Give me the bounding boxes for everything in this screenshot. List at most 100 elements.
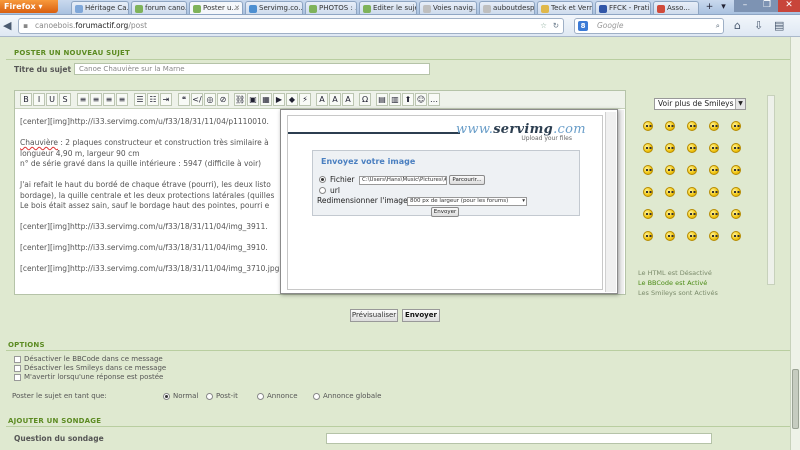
post-type-radio[interactable] <box>206 393 213 400</box>
browser-tab[interactable]: Asso... <box>653 1 699 14</box>
misspelled-word[interactable]: Chauvière <box>20 138 58 147</box>
bookmark-star-icon[interactable]: ☆ <box>540 19 547 33</box>
align-left-icon[interactable]: ≡ <box>77 93 89 106</box>
smiley-icon[interactable] <box>709 143 719 153</box>
smiley-scrollbar[interactable] <box>767 95 775 285</box>
chevron-down-icon[interactable]: ▾ <box>522 198 525 205</box>
subject-input[interactable]: Canoe Chauvière sur la Marne <box>74 63 430 75</box>
url-radio[interactable] <box>319 187 326 194</box>
page-scroll-thumb[interactable] <box>792 369 799 429</box>
resize-select[interactable]: 800 px de largeur (pour les forums) ▾ <box>407 197 527 206</box>
browser-tab[interactable]: Editer le sujet <box>359 1 417 14</box>
smiley-icon[interactable] <box>687 209 697 219</box>
bbcode-status[interactable]: Le BBCode est Activé <box>638 279 707 287</box>
url-bar[interactable]: ▪ canoebois.forumactif.org/post ☆ ↻ <box>18 18 564 34</box>
tab-list-icon[interactable]: ▾ <box>718 2 729 13</box>
search-bar[interactable]: 8 Google ⌕ <box>574 18 724 34</box>
smiley-icon[interactable] <box>665 165 675 175</box>
link-icon[interactable]: ⛓ <box>234 93 246 106</box>
addon-icon[interactable]: ▤ <box>774 18 784 33</box>
youtube-icon[interactable]: ▶ <box>273 93 285 106</box>
justify-icon[interactable]: ≡ <box>116 93 128 106</box>
reload-icon[interactable]: ↻ <box>553 19 559 33</box>
smiley-box-icon[interactable]: ☺ <box>415 93 427 106</box>
smiley-icon[interactable] <box>709 209 719 219</box>
smiley-icon[interactable] <box>709 165 719 175</box>
browse-button[interactable]: Parcourir... <box>449 175 485 185</box>
site-identity-icon[interactable]: ▪ <box>23 19 28 33</box>
browser-tab[interactable]: PHOTOS : ... <box>305 1 357 14</box>
servimg-icon[interactable]: ▦ <box>260 93 272 106</box>
preview-button[interactable]: Prévisualiser <box>350 309 398 322</box>
smiley-select[interactable]: Voir plus de Smileys ▼ <box>654 98 746 110</box>
smiley-icon[interactable] <box>731 143 741 153</box>
table-icon[interactable]: ▤ <box>376 93 388 106</box>
option-checkbox[interactable] <box>14 374 21 381</box>
smiley-icon[interactable] <box>731 231 741 241</box>
smiley-icon[interactable] <box>709 121 719 131</box>
smiley-icon[interactable] <box>709 231 719 241</box>
minimize-icon[interactable]: – <box>734 0 756 12</box>
downloads-icon[interactable]: ⇩ <box>754 18 763 33</box>
browser-tab[interactable]: Poster u... ✕ <box>189 1 243 14</box>
upload-icon[interactable]: ⬆ <box>402 93 414 106</box>
close-tab-icon[interactable]: ✕ <box>234 2 240 14</box>
search-icon[interactable]: ⌕ <box>716 19 720 33</box>
post-type-radio[interactable] <box>163 393 170 400</box>
italic-icon[interactable]: I <box>33 93 45 106</box>
post-type-radio[interactable] <box>257 393 264 400</box>
upload-send-button[interactable]: Envoyer <box>431 207 459 217</box>
smiley-icon[interactable] <box>687 121 697 131</box>
align-right-icon[interactable]: ≡ <box>103 93 115 106</box>
bullet-list-icon[interactable]: ☰ <box>134 93 146 106</box>
chevron-down-icon[interactable]: ▼ <box>735 99 745 109</box>
smiley-icon[interactable] <box>731 121 741 131</box>
smiley-icon[interactable] <box>687 187 697 197</box>
smiley-icon[interactable] <box>687 165 697 175</box>
page-scrollbar[interactable] <box>790 37 800 450</box>
smiley-icon[interactable] <box>687 231 697 241</box>
browser-tab[interactable]: forum cano... <box>131 1 187 14</box>
close-window-icon[interactable]: ✕ <box>778 0 800 12</box>
file-radio[interactable] <box>319 176 326 183</box>
smiley-icon[interactable] <box>643 121 653 131</box>
smiley-icon[interactable] <box>665 187 675 197</box>
more-icon[interactable]: … <box>428 93 440 106</box>
smiley-icon[interactable] <box>665 143 675 153</box>
firefox-menu-button[interactable]: Firefox ▾ <box>0 0 58 13</box>
font-color-icon[interactable]: A <box>329 93 341 106</box>
code-icon[interactable]: </ <box>191 93 203 106</box>
smiley-icon[interactable] <box>687 143 697 153</box>
dailymotion-icon[interactable]: ◆ <box>286 93 298 106</box>
smiley-icon[interactable] <box>643 231 653 241</box>
smiley-icon[interactable] <box>731 165 741 175</box>
back-icon[interactable]: ◀ <box>3 18 11 33</box>
file-path-input[interactable]: C:\Users\Hans\Music\Pictures\# CANOES # <box>359 176 447 185</box>
search-engine-icon[interactable]: 8 <box>578 21 588 31</box>
browser-tab[interactable]: auboutdesp... <box>479 1 535 14</box>
underline-icon[interactable]: U <box>46 93 58 106</box>
send-button[interactable]: Envoyer <box>402 309 440 322</box>
align-center-icon[interactable]: ≡ <box>90 93 102 106</box>
hide-icon[interactable]: ⊘ <box>217 93 229 106</box>
bold-icon[interactable]: B <box>20 93 32 106</box>
quote-icon[interactable]: ❝ <box>178 93 190 106</box>
maximize-icon[interactable]: ❐ <box>756 0 778 12</box>
smiley-icon[interactable] <box>643 165 653 175</box>
browser-tab[interactable]: Héritage Ca... <box>71 1 129 14</box>
indent-icon[interactable]: ⇥ <box>160 93 172 106</box>
smiley-icon[interactable] <box>709 187 719 197</box>
smiley-icon[interactable] <box>643 143 653 153</box>
poll-question-input[interactable] <box>326 433 712 444</box>
smiley-icon[interactable] <box>665 209 675 219</box>
special-chars-icon[interactable]: Ω <box>359 93 371 106</box>
post-type-radio[interactable] <box>313 393 320 400</box>
browser-tab[interactable]: Servimg.co... <box>245 1 303 14</box>
smiley-icon[interactable] <box>731 187 741 197</box>
browser-tab[interactable]: Voies navig... <box>419 1 477 14</box>
font-face-icon[interactable]: A <box>342 93 354 106</box>
home-icon[interactable]: ⌂ <box>734 18 741 33</box>
option-checkbox[interactable] <box>14 365 21 372</box>
browser-tab[interactable]: FFCK - Prati... <box>595 1 651 14</box>
strike-icon[interactable]: S <box>59 93 71 106</box>
